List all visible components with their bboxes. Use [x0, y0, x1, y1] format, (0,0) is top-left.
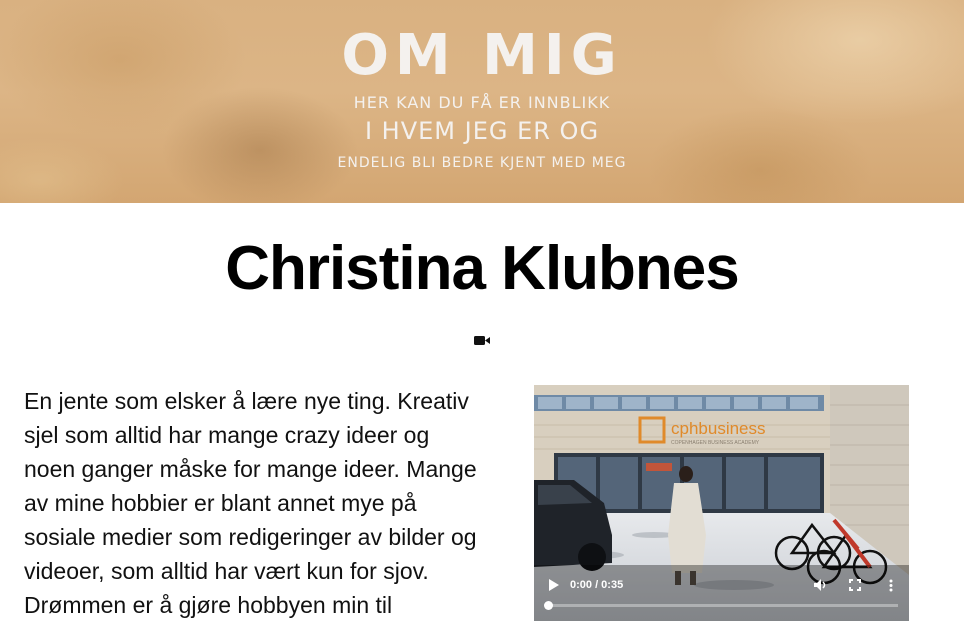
video-player[interactable]: cphbusiness COPENHAGEN BUSINESS ACADEMY	[534, 385, 909, 621]
hero-subtitle-line-1: HER KAN DU FÅ ER INNBLIKK	[353, 93, 611, 112]
hero-subtitle-line-2: I HVEM JEG ER OG	[364, 117, 600, 145]
video-camera-icon	[474, 333, 490, 345]
more-vertical-icon[interactable]	[888, 579, 894, 592]
hero-title: OM MIG	[341, 23, 623, 88]
video-progress-track[interactable]	[544, 601, 898, 610]
hero-banner: OM MIG HER KAN DU FÅ ER INNBLIKK I HVEM …	[0, 0, 964, 203]
volume-icon[interactable]	[813, 578, 827, 592]
bio-text: En jente som elsker å lære nye ting. Kre…	[24, 388, 477, 618]
page-title: Christina Klubnes	[225, 234, 740, 303]
video-time-display: 0:00 / 0:35	[570, 579, 624, 591]
play-icon[interactable]	[548, 578, 560, 592]
video-controls: 0:00 / 0:35	[534, 385, 909, 621]
fullscreen-icon[interactable]	[849, 579, 861, 591]
hero-subtitle-line-3: ENDELIG BLI BEDRE KJENT MED MEG	[337, 155, 627, 171]
video-progress-thumb[interactable]	[544, 601, 553, 610]
